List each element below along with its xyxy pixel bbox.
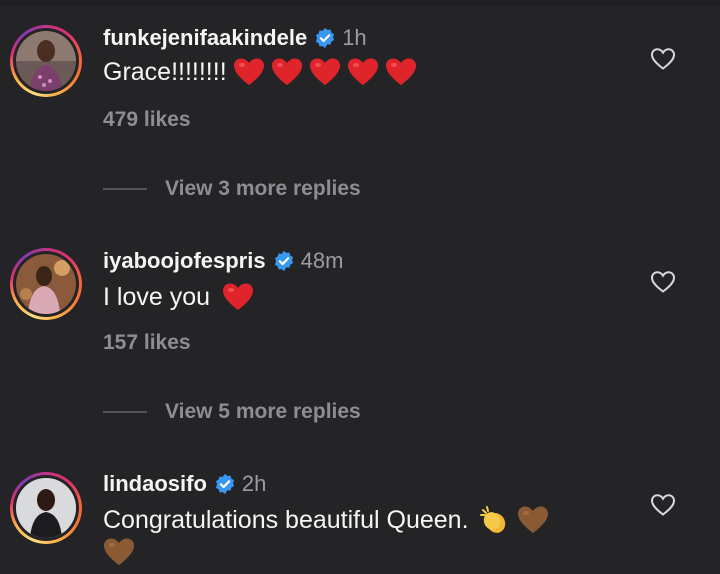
comment-text: Congratulations beautiful Queen.: [103, 505, 469, 534]
clapping-hands-emoji-icon: [479, 506, 505, 533]
heart-outline-icon[interactable]: [650, 493, 676, 517]
brown-heart-emoji-icon: [517, 506, 548, 533]
comment-body: Congratulations beautiful Queen.: [103, 505, 549, 535]
username[interactable]: lindaosifo: [103, 471, 207, 497]
timestamp: 2h: [241, 471, 267, 496]
comment-header: lindaosifo 2h: [103, 471, 266, 497]
comment-item: lindaosifo 2h Congratulations beautiful …: [0, 0, 720, 574]
avatar[interactable]: [10, 472, 82, 544]
brown-heart-emoji-icon: [104, 538, 134, 565]
verified-badge-icon: [215, 473, 234, 495]
